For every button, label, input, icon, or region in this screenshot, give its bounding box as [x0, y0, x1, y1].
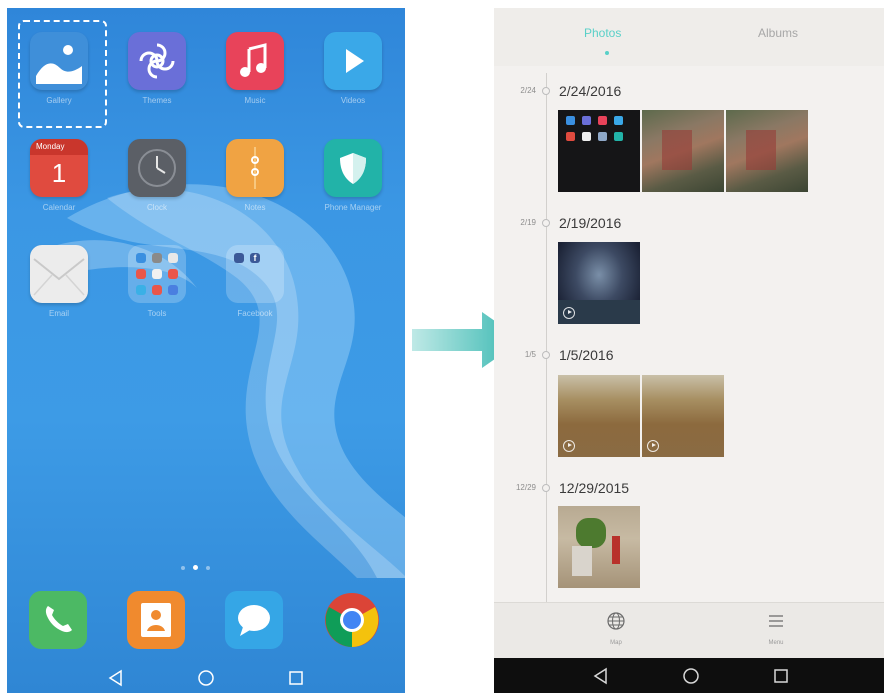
phone-manager-icon [324, 139, 382, 197]
play-icon [563, 440, 575, 452]
menu-icon [769, 615, 783, 627]
app-email[interactable]: Email [19, 245, 99, 318]
home-icon[interactable] [195, 667, 217, 689]
folder-tools[interactable]: Tools [117, 245, 197, 318]
video-thumbnail[interactable] [642, 375, 724, 457]
timeline-node [542, 351, 550, 359]
app-label: Videos [340, 96, 366, 105]
app-clock[interactable]: Clock [117, 139, 197, 212]
gallery-bottom-bar: Map Menu [494, 602, 884, 659]
calendar-day-name: Monday [30, 139, 88, 155]
play-icon [647, 440, 659, 452]
timeline-marker-date: 1/5 [524, 350, 536, 359]
gallery-tab-bar: Photos Albums [494, 8, 884, 66]
page-dot[interactable] [181, 566, 185, 570]
contacts-icon [141, 603, 171, 637]
navigation-bar [494, 658, 884, 693]
page-dot-active[interactable] [193, 565, 198, 570]
calendar-icon: Monday 1 [30, 139, 88, 197]
photo-thumbnail[interactable] [642, 110, 724, 192]
wallpaper-splash [47, 184, 405, 578]
dock-phone[interactable] [29, 591, 87, 649]
app-label: Notes [244, 203, 266, 212]
app-videos[interactable]: Videos [313, 32, 393, 105]
video-thumbnail[interactable] [558, 242, 640, 324]
menu-button-label: Menu [768, 640, 784, 646]
back-icon[interactable] [105, 667, 127, 689]
home-icon[interactable] [680, 665, 702, 687]
app-label: Email [48, 309, 69, 318]
phone-icon [45, 606, 72, 633]
dock-messaging[interactable] [225, 591, 283, 649]
themes-icon [128, 32, 186, 90]
page-indicator [177, 557, 214, 575]
timeline-node [542, 87, 550, 95]
section-date-header: 2/19/2016 [559, 215, 622, 231]
selection-highlight [18, 20, 107, 128]
menu-button[interactable]: Menu [746, 611, 806, 646]
gallery-screen: Photos Albums 2/24 2/24/2016 2/19 2/19/2… [494, 8, 884, 693]
timeline-marker-date: 12/29 [515, 483, 536, 492]
app-label: Clock [146, 203, 167, 212]
timeline-line [546, 73, 547, 603]
app-label: Themes [142, 96, 172, 105]
messaging-icon [238, 605, 270, 636]
map-button[interactable]: Map [586, 611, 646, 646]
app-music[interactable]: Music [215, 32, 295, 105]
clock-icon [128, 139, 186, 197]
app-label: Tools [147, 309, 167, 318]
folder-facebook[interactable]: f Facebook [215, 245, 295, 318]
navigation-bar [7, 662, 405, 693]
videos-icon [324, 32, 382, 90]
notes-icon [226, 139, 284, 197]
timeline-node [542, 484, 550, 492]
chrome-icon [325, 593, 379, 647]
email-icon [30, 245, 88, 303]
tab-photos[interactable]: Photos [584, 26, 621, 40]
photo-thumbnail[interactable] [558, 506, 640, 588]
dock-chrome[interactable] [323, 591, 381, 649]
app-notes[interactable]: Notes [215, 139, 295, 212]
app-calendar[interactable]: Monday 1 Calendar [19, 139, 99, 212]
play-icon [563, 307, 575, 319]
calendar-day-number: 1 [51, 158, 67, 188]
section-date-header: 12/29/2015 [559, 480, 630, 496]
photo-thumbnail[interactable] [558, 110, 640, 192]
back-icon[interactable] [590, 665, 612, 687]
app-label: Facebook [237, 309, 273, 318]
timeline-node [542, 219, 550, 227]
photo-thumbnail[interactable] [726, 110, 808, 192]
music-icon [226, 32, 284, 90]
app-label: Calendar [42, 203, 76, 212]
app-label: Music [244, 96, 266, 105]
dock-contacts[interactable] [127, 591, 185, 649]
home-screen: Gallery Themes Music Videos Monday 1 Cal… [7, 8, 405, 693]
app-label: Phone Manager [324, 203, 382, 212]
globe-icon [607, 612, 625, 630]
section-date-header: 2/24/2016 [559, 83, 622, 99]
timeline-marker-date: 2/24 [520, 86, 536, 95]
app-themes[interactable]: Themes [117, 32, 197, 105]
recents-icon[interactable] [770, 665, 792, 687]
page-dot[interactable] [206, 566, 210, 570]
active-tab-indicator [605, 51, 609, 55]
section-date-header: 1/5/2016 [559, 347, 614, 363]
map-button-label: Map [610, 640, 622, 646]
recents-icon[interactable] [285, 667, 307, 689]
tab-albums[interactable]: Albums [758, 26, 798, 40]
facebook-folder-icon: f [226, 245, 284, 303]
tools-folder-icon [128, 245, 186, 303]
app-phone-manager[interactable]: Phone Manager [313, 139, 393, 212]
video-thumbnail[interactable] [558, 375, 640, 457]
timeline-marker-date: 2/19 [520, 218, 536, 227]
